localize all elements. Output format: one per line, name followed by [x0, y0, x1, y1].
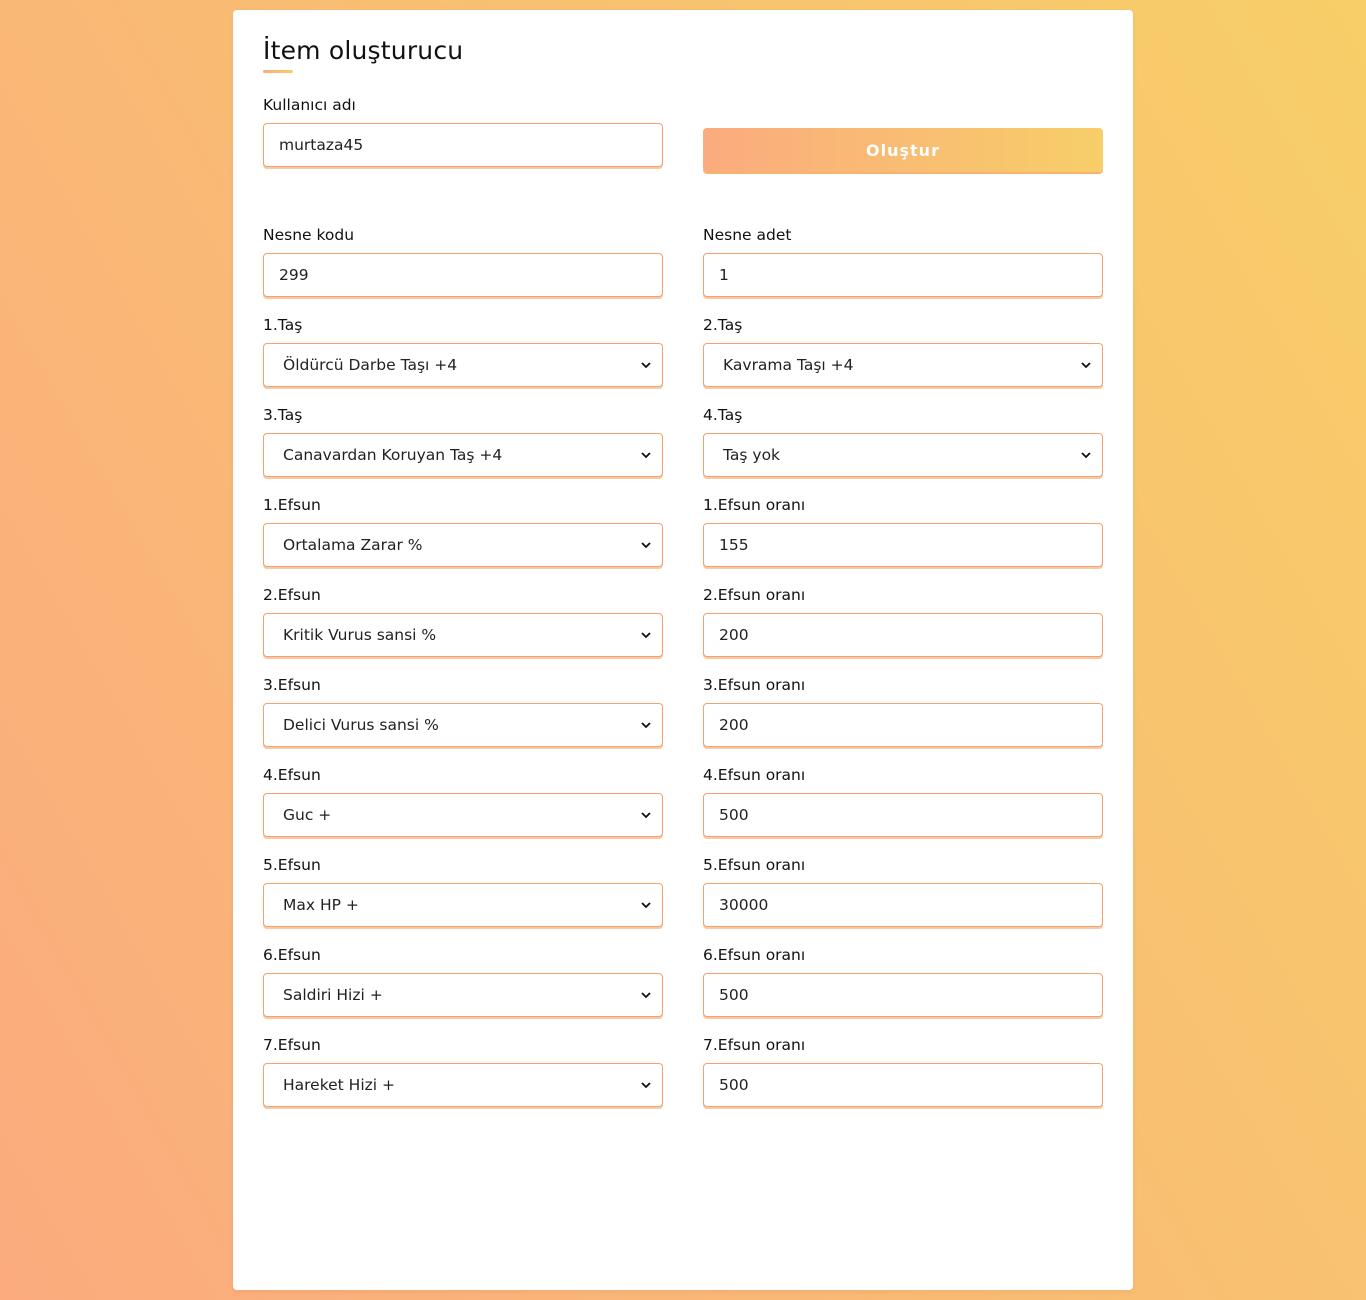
chevron-down-icon: [641, 812, 651, 819]
bonus-2-label: 2.Efsun: [263, 586, 321, 604]
title-underline: [263, 70, 293, 73]
bonus-6-field: 6.Efsun Saldiri Hizi +: [263, 945, 663, 1017]
bonus-2-select[interactable]: Kritik Vurus sansi %: [263, 613, 663, 657]
chevron-down-icon: [641, 722, 651, 729]
stone-1-select[interactable]: Öldürcü Darbe Taşı +4: [263, 343, 663, 387]
stone-3-field: 3.Taş Canavardan Koruyan Taş +4: [263, 405, 663, 477]
bonus-5-rate-label: 5.Efsun oranı: [703, 856, 806, 874]
stone-3-select[interactable]: Canavardan Koruyan Taş +4: [263, 433, 663, 477]
stone-1-label: 1.Taş: [263, 316, 303, 334]
item-code-label: Nesne kodu: [263, 226, 355, 244]
username-field: Kullanıcı adı murtaza45: [263, 95, 663, 167]
field-value: Saldiri Hizi +: [283, 986, 383, 1004]
field-value: 200: [719, 626, 749, 644]
bonus-7-rate-field: 7.Efsun oranı 500: [703, 1035, 1103, 1107]
chevron-down-icon: [641, 902, 651, 909]
field-value: Delici Vurus sansi %: [283, 716, 439, 734]
field-value: 200: [719, 716, 749, 734]
field-value: Kritik Vurus sansi %: [283, 626, 437, 644]
bonus-1-field: 1.Efsun Ortalama Zarar %: [263, 495, 663, 567]
bonus-7-field: 7.Efsun Hareket Hizi +: [263, 1035, 663, 1107]
field-value: Öldürcü Darbe Taşı +4: [283, 356, 458, 374]
chevron-down-icon: [1081, 362, 1091, 369]
bonus-3-rate-field: 3.Efsun oranı 200: [703, 675, 1103, 747]
bonus-1-select[interactable]: Ortalama Zarar %: [263, 523, 663, 567]
create-button[interactable]: Oluştur: [703, 128, 1103, 172]
bonus-6-rate-field: 6.Efsun oranı 500: [703, 945, 1103, 1017]
field-value: Kavrama Taşı +4: [723, 356, 854, 374]
bonus-3-rate-input[interactable]: 200: [703, 703, 1103, 747]
username-label: Kullanıcı adı: [263, 96, 356, 114]
bonus-4-select[interactable]: Guc +: [263, 793, 663, 837]
stone-2-label: 2.Taş: [703, 316, 743, 334]
bonus-4-field: 4.Efsun Guc +: [263, 765, 663, 837]
stone-4-label: 4.Taş: [703, 406, 743, 424]
bonus-1-rate-input[interactable]: 155: [703, 523, 1103, 567]
item-count-input[interactable]: 1: [703, 253, 1103, 297]
field-value: Hareket Hizi +: [283, 1076, 396, 1094]
field-value: 155: [719, 536, 749, 554]
bonus-2-rate-field: 2.Efsun oranı 200: [703, 585, 1103, 657]
field-value: 1: [719, 266, 729, 284]
bonus-7-select[interactable]: Hareket Hizi +: [263, 1063, 663, 1107]
chevron-down-icon: [1081, 452, 1091, 459]
bonus-2-rate-input[interactable]: 200: [703, 613, 1103, 657]
bonus-7-label: 7.Efsun: [263, 1036, 321, 1054]
stone-2-field: 2.Taş Kavrama Taşı +4: [703, 315, 1103, 387]
field-value: Guc +: [283, 806, 332, 824]
field-value: 500: [719, 986, 749, 1004]
bonus-5-rate-field: 5.Efsun oranı 30000: [703, 855, 1103, 927]
bonus-6-rate-input[interactable]: 500: [703, 973, 1103, 1017]
bonus-5-select[interactable]: Max HP +: [263, 883, 663, 927]
bonus-3-select[interactable]: Delici Vurus sansi %: [263, 703, 663, 747]
bonus-5-label: 5.Efsun: [263, 856, 321, 874]
chevron-down-icon: [641, 1082, 651, 1089]
field-value: 30000: [719, 896, 769, 914]
bonus-4-rate-label: 4.Efsun oranı: [703, 766, 806, 784]
bonus-2-field: 2.Efsun Kritik Vurus sansi %: [263, 585, 663, 657]
item-count-label: Nesne adet: [703, 226, 792, 244]
bonus-2-rate-label: 2.Efsun oranı: [703, 586, 806, 604]
field-value: Taş yok: [723, 446, 781, 464]
field-value: Ortalama Zarar %: [283, 536, 423, 554]
bonus-5-field: 5.Efsun Max HP +: [263, 855, 663, 927]
bonus-3-label: 3.Efsun: [263, 676, 321, 694]
field-value: murtaza45: [279, 136, 364, 154]
field-value: Max HP +: [283, 896, 359, 914]
bonus-3-field: 3.Efsun Delici Vurus sansi %: [263, 675, 663, 747]
stone-4-select[interactable]: Taş yok: [703, 433, 1103, 477]
chevron-down-icon: [641, 542, 651, 549]
bonus-3-rate-label: 3.Efsun oranı: [703, 676, 806, 694]
bonus-6-rate-label: 6.Efsun oranı: [703, 946, 806, 964]
bonus-6-select[interactable]: Saldiri Hizi +: [263, 973, 663, 1017]
item-code-field: Nesne kodu 299: [263, 225, 663, 297]
field-value: Canavardan Koruyan Taş +4: [283, 446, 503, 464]
bonus-5-rate-input[interactable]: 30000: [703, 883, 1103, 927]
field-value: 500: [719, 1076, 749, 1094]
bonus-4-label: 4.Efsun: [263, 766, 321, 784]
chevron-down-icon: [641, 362, 651, 369]
page-title: İtem oluşturucu: [263, 36, 464, 65]
chevron-down-icon: [641, 452, 651, 459]
bonus-7-rate-input[interactable]: 500: [703, 1063, 1103, 1107]
item-creator-card: İtem oluşturucu Kullanıcı adı murtaza45 …: [233, 10, 1133, 1290]
item-code-input[interactable]: 299: [263, 253, 663, 297]
bonus-4-rate-field: 4.Efsun oranı 500: [703, 765, 1103, 837]
bonus-1-rate-field: 1.Efsun oranı 155: [703, 495, 1103, 567]
stone-1-field: 1.Taş Öldürcü Darbe Taşı +4: [263, 315, 663, 387]
username-input[interactable]: murtaza45: [263, 123, 663, 167]
bonus-6-label: 6.Efsun: [263, 946, 321, 964]
chevron-down-icon: [641, 992, 651, 999]
stone-3-label: 3.Taş: [263, 406, 303, 424]
chevron-down-icon: [641, 632, 651, 639]
stone-2-select[interactable]: Kavrama Taşı +4: [703, 343, 1103, 387]
bonus-4-rate-input[interactable]: 500: [703, 793, 1103, 837]
field-value: 500: [719, 806, 749, 824]
bonus-7-rate-label: 7.Efsun oranı: [703, 1036, 806, 1054]
stone-4-field: 4.Taş Taş yok: [703, 405, 1103, 477]
field-value: 299: [279, 266, 309, 284]
bonus-1-label: 1.Efsun: [263, 496, 321, 514]
bonus-1-rate-label: 1.Efsun oranı: [703, 496, 806, 514]
item-count-field: Nesne adet 1: [703, 225, 1103, 297]
